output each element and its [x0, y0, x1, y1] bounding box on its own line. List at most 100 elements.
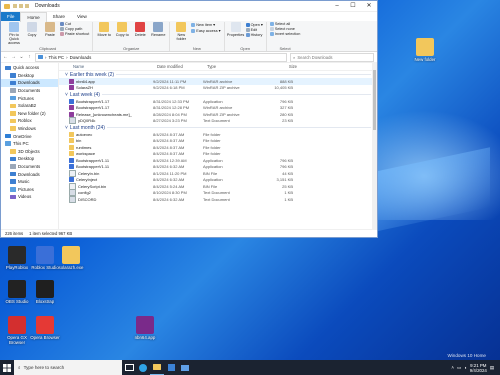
nav-item-solarab2[interactable]: SolaraB2: [1, 102, 58, 110]
breadcrumb-downloads[interactable]: Downloads: [70, 55, 92, 60]
cut-button[interactable]: Cut: [60, 22, 89, 26]
taskbar-app-store[interactable]: [164, 360, 178, 375]
file-name-cell[interactable]: runtimes: [59, 144, 153, 150]
nav-item-documents[interactable]: Documents: [1, 163, 58, 171]
delete-button[interactable]: Delete: [132, 22, 148, 37]
taskbar-app-file-explorer[interactable]: [150, 360, 164, 375]
file-name-cell[interactable]: BootstrapperV1.11: [59, 157, 153, 163]
taskbar-app-mail[interactable]: [178, 360, 192, 375]
copy-to-button[interactable]: Copy to: [114, 22, 130, 37]
volume-icon[interactable]: ◖: [464, 365, 467, 370]
nav-item-documents[interactable]: Documents: [1, 87, 58, 95]
nav-item-3d-objects[interactable]: 3D Objects: [1, 148, 58, 156]
column-size[interactable]: Size: [257, 64, 297, 69]
desktop-icon-opera-browser[interactable]: Opera Browser: [28, 316, 62, 340]
easy-access-button[interactable]: Easy access ▾: [191, 28, 221, 33]
file-name-cell[interactable]: SolaraZH: [59, 85, 153, 91]
tab-file[interactable]: File: [1, 12, 21, 21]
notifications-icon[interactable]: ▤: [490, 365, 494, 371]
file-name-cell[interactable]: bin: [59, 138, 153, 144]
quick-access-toolbar[interactable]: [13, 4, 29, 8]
nav-item-desktop[interactable]: Desktop: [1, 72, 58, 80]
file-name-cell[interactable]: yDQ0R4k: [59, 117, 153, 125]
file-row[interactable]: DISCORD 8/4/2024 6:32 AM Text Document 1 KB: [59, 195, 377, 203]
group-header[interactable]: ˅ Last week (4): [59, 91, 377, 98]
maximize-button[interactable]: ☐: [345, 1, 361, 11]
group-header[interactable]: ˅ Last month (24): [59, 124, 377, 131]
tab-home[interactable]: Home: [20, 11, 47, 22]
select-none-button[interactable]: Select none: [269, 27, 301, 31]
edit-button[interactable]: Edit: [245, 28, 263, 32]
paste-button[interactable]: Paste: [42, 22, 58, 37]
history-button[interactable]: History: [245, 33, 263, 37]
file-name-cell[interactable]: CeleryIn.bin: [59, 169, 153, 177]
breadcrumb-this-pc[interactable]: This PC: [48, 55, 64, 60]
file-name-cell[interactable]: DISCORD: [59, 195, 153, 203]
start-button[interactable]: [0, 360, 14, 375]
taskbar-app-edge[interactable]: [136, 360, 150, 375]
close-button[interactable]: ✕: [361, 1, 377, 11]
file-name-cell[interactable]: Release_[unknowncheats.me]_: [59, 111, 153, 117]
new-folder-button[interactable]: New folder: [173, 22, 189, 41]
properties-button[interactable]: Properties: [227, 22, 244, 37]
task-view-button[interactable]: [122, 360, 136, 375]
nav-item-videos[interactable]: Videos: [1, 193, 58, 201]
column-date-modified[interactable]: Date modified: [157, 64, 207, 69]
rename-button[interactable]: Rename: [150, 22, 166, 37]
pin-quick-access-button[interactable]: Pin to Quick access: [6, 22, 22, 45]
nav-item-roblox[interactable]: Roblox: [1, 117, 58, 125]
clock[interactable]: 9:21 PM 9/4/2024: [470, 363, 487, 373]
chevron-down-icon[interactable]: ˅: [65, 125, 68, 131]
minimize-button[interactable]: –: [329, 1, 345, 11]
search-input[interactable]: ⌕ Search Downloads: [290, 52, 374, 62]
back-arrow-icon[interactable]: ←: [3, 54, 8, 60]
vertical-scrollbar[interactable]: [372, 62, 377, 230]
select-all-button[interactable]: Select all: [269, 22, 301, 26]
nav-item-onedrive[interactable]: OneDrive: [1, 132, 58, 140]
nav-item-quick-access[interactable]: Quick access: [1, 64, 58, 72]
nav-item-downloads[interactable]: Downloads: [1, 170, 58, 178]
tray-chevron-icon[interactable]: ˄: [451, 365, 454, 370]
tab-view[interactable]: View: [71, 12, 93, 21]
column-name[interactable]: Name: [59, 64, 157, 69]
group-header[interactable]: ˅ Earlier this week (2): [59, 71, 377, 78]
desktop-icon-solarazh-exe[interactable]: solarazh.exe: [54, 246, 88, 270]
file-name-cell[interactable]: BootstrapperV1.17: [59, 98, 153, 104]
network-icon[interactable]: ▭: [457, 365, 461, 371]
copy-button[interactable]: Copy: [24, 22, 40, 37]
file-name-cell[interactable]: nbn64.app: [59, 78, 153, 84]
desktop-icon-bloxstrap[interactable]: Bloxstrap: [28, 280, 62, 304]
nav-item-pictures[interactable]: Pictures: [1, 186, 58, 194]
nav-item-downloads[interactable]: Downloads: [1, 79, 58, 87]
invert-selection-button[interactable]: Invert selection: [269, 32, 300, 36]
nav-item-this-pc[interactable]: This PC: [1, 140, 58, 148]
paste-shortcut-button[interactable]: Paste shortcut: [60, 32, 89, 36]
up-arrow-icon[interactable]: ↑: [27, 54, 32, 60]
chevron-down-icon[interactable]: ˅: [65, 92, 68, 98]
file-name-cell[interactable]: BootstrapperV1.17: [59, 105, 153, 111]
nav-item-windows[interactable]: Windows: [1, 125, 58, 133]
open-button[interactable]: Open ▾: [245, 22, 263, 27]
move-to-button[interactable]: Move to: [96, 22, 112, 37]
desktop-icon-nbn64-app[interactable]: nbn64.app: [128, 316, 162, 340]
copy-path-button[interactable]: Copy path: [60, 27, 89, 31]
tab-share[interactable]: Share: [47, 12, 71, 21]
scroll-thumb[interactable]: [373, 70, 376, 130]
new-item-button[interactable]: New item ▾: [191, 22, 220, 27]
forward-arrow-icon[interactable]: →: [11, 54, 16, 60]
nav-item-desktop[interactable]: Desktop: [1, 155, 58, 163]
desktop-icon-new-folder[interactable]: New folder: [408, 38, 442, 62]
chevron-down-icon[interactable]: ˅: [65, 72, 68, 78]
taskbar-search-box[interactable]: ⌕ Type here to search: [14, 360, 122, 375]
address-bar[interactable]: › This PC › Downloads: [35, 52, 287, 62]
nav-item-label: Downloads: [18, 80, 40, 86]
nav-item-music[interactable]: Music: [1, 178, 58, 186]
nav-item-new-folder-2[interactable]: New folder (2): [1, 110, 58, 118]
file-name-cell[interactable]: BootstrapperV1.11: [59, 164, 153, 170]
file-name-cell[interactable]: workspace: [59, 151, 153, 157]
column-type[interactable]: Type: [207, 64, 257, 69]
nav-item-pictures[interactable]: Pictures: [1, 94, 58, 102]
file-name-cell[interactable]: CeleryInject: [59, 177, 153, 183]
recent-dropdown-icon[interactable]: ⌄: [19, 54, 24, 60]
file-name-cell[interactable]: autoexec: [59, 131, 153, 137]
